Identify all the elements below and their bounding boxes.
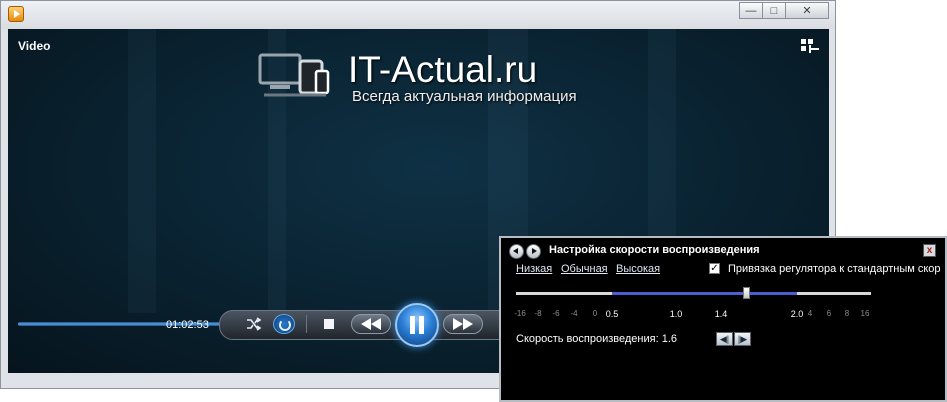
speed-tick-label: -8 xyxy=(534,309,542,318)
speed-tick-label: 4 xyxy=(807,309,813,318)
previous-button[interactable] xyxy=(351,314,391,334)
snap-checkbox-label: Привязка регулятора к стандартным скор xyxy=(728,263,941,275)
minimize-icon: — xyxy=(745,5,757,17)
speed-tick-label: 6 xyxy=(826,309,832,318)
dialog-close-button[interactable]: x xyxy=(923,244,936,257)
speed-tick-label: 0.5 xyxy=(605,309,619,319)
preset-slow-link[interactable]: Низкая xyxy=(516,263,552,275)
video-label: Video xyxy=(18,39,51,53)
shuffle-button[interactable] xyxy=(243,313,265,335)
dialog-navigation xyxy=(509,244,543,259)
speed-tick-label: -6 xyxy=(552,309,560,318)
devices-logo-icon xyxy=(258,53,330,97)
watermark-tagline: Всегда актуальная информация xyxy=(352,88,577,105)
preset-normal-link[interactable]: Обычная xyxy=(561,263,608,275)
title-bar[interactable]: — □ ✕ xyxy=(1,1,835,29)
speed-tick-label: 1.0 xyxy=(669,309,683,319)
elapsed-time: 01:02:53 xyxy=(166,319,209,331)
controls-divider xyxy=(306,315,307,333)
speed-decrease-button[interactable]: ◀| xyxy=(716,332,733,346)
speed-step-buttons: ◀| |▶ xyxy=(716,332,752,346)
layout-switch-icon[interactable] xyxy=(801,39,819,53)
current-speed-label: Скорость воспроизведения: 1.6 xyxy=(516,333,677,345)
forward-arrow-icon[interactable] xyxy=(526,244,541,259)
preset-fast-link[interactable]: Высокая xyxy=(616,263,660,275)
speed-tick-label: 2.0 xyxy=(790,309,804,319)
speed-tick-label: -4 xyxy=(570,309,578,318)
speed-slider-thumb[interactable] xyxy=(743,287,751,299)
previous-icon xyxy=(361,318,381,330)
shuffle-icon xyxy=(247,317,262,331)
back-arrow-icon[interactable] xyxy=(509,244,524,259)
speed-increase-button[interactable]: |▶ xyxy=(734,332,751,346)
speed-tick-label: 16 xyxy=(860,309,870,318)
pause-icon xyxy=(410,316,415,334)
maximize-button[interactable]: □ xyxy=(762,2,786,19)
next-button[interactable] xyxy=(443,314,483,334)
speed-tick-label: -16 xyxy=(514,309,526,318)
watermark-title: IT-Actual.ru xyxy=(348,49,538,90)
pause-button[interactable] xyxy=(395,303,439,347)
app-icon[interactable] xyxy=(8,6,24,22)
next-icon xyxy=(453,318,473,330)
playback-speed-dialog: Настройка скорости воспроизведения x Низ… xyxy=(499,236,947,402)
window-controls: — □ ✕ xyxy=(739,2,829,19)
speed-tick-label: 1.4 xyxy=(714,309,728,319)
minimize-button[interactable]: — xyxy=(739,2,763,19)
speed-tick-label: 8 xyxy=(844,309,850,318)
dialog-title: Настройка скорости воспроизведения xyxy=(549,244,760,256)
stop-button[interactable] xyxy=(319,313,339,335)
speed-slider-fill xyxy=(612,292,797,295)
snap-checkbox[interactable]: ✓ xyxy=(709,263,720,274)
close-icon: ✕ xyxy=(802,5,812,17)
repeat-button[interactable] xyxy=(273,314,295,334)
speed-tick-label: 0 xyxy=(592,309,598,318)
stop-icon xyxy=(324,319,334,329)
close-button[interactable]: ✕ xyxy=(785,2,829,19)
video-streak xyxy=(128,29,156,313)
maximize-icon: □ xyxy=(770,5,778,17)
